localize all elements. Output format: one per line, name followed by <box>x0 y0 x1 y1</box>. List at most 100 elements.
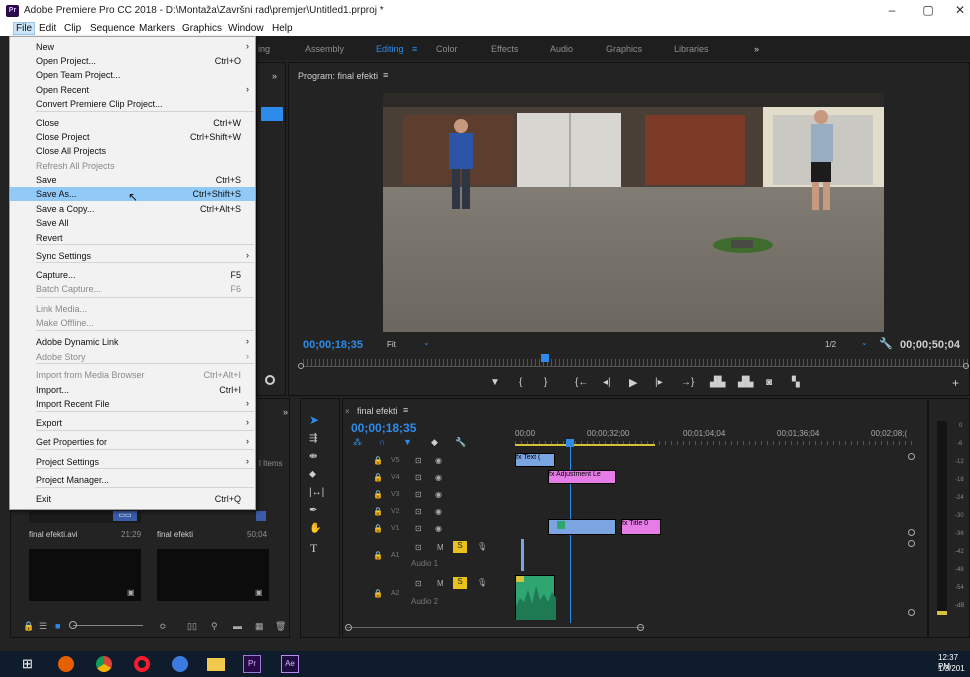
menu-sequence[interactable]: Sequence <box>88 23 137 34</box>
wrench-icon[interactable]: 🔧 <box>879 337 893 350</box>
browser-icon[interactable] <box>172 656 188 672</box>
workspace-audio[interactable]: Audio <box>550 44 573 54</box>
timeline-menu-icon[interactable]: ≡ <box>403 405 408 415</box>
go-to-in-icon[interactable]: {← <box>575 377 588 388</box>
file-menu-item[interactable]: New › <box>10 40 255 54</box>
playhead-marker[interactable] <box>541 354 549 362</box>
file-menu-item[interactable]: Save Ctrl+S <box>10 173 255 187</box>
marker-icon[interactable]: ◆ <box>431 437 438 448</box>
file-menu-item[interactable]: Close All Projects <box>10 144 255 158</box>
mute-button[interactable]: M <box>437 543 444 552</box>
voiceover-mic-icon[interactable]: 🎙 <box>477 578 487 587</box>
file-menu-item[interactable]: Close Project Ctrl+Shift+W <box>10 130 255 144</box>
track-eye-icon[interactable]: ◉ <box>435 473 442 482</box>
h-scroll-left-handle[interactable] <box>345 624 352 631</box>
file-menu-item[interactable]: Open Team Project... <box>10 68 255 82</box>
clear-icon[interactable]: 🗑 <box>275 621 286 632</box>
v-scroll-handle-top[interactable] <box>908 453 915 460</box>
clip-title[interactable]: fx Title 0 <box>621 519 661 535</box>
work-area-bar[interactable] <box>515 444 655 446</box>
file-menu-item[interactable]: Capture... F5 <box>10 268 255 282</box>
comparison-view-icon[interactable]: ▚ <box>792 377 800 388</box>
track-lock-icon[interactable]: 🔒 <box>373 551 383 560</box>
v-scroll-handle-bottom[interactable] <box>908 609 915 616</box>
file-menu-item[interactable]: Close Ctrl+W <box>10 116 255 130</box>
zoom-slider[interactable] <box>73 625 143 626</box>
solo-button[interactable]: S <box>453 541 467 553</box>
track-eye-icon[interactable]: ◉ <box>435 507 442 516</box>
track-lock-icon[interactable]: 🔒 <box>373 473 383 482</box>
file-menu-item[interactable]: Import... Ctrl+I <box>10 383 255 397</box>
step-back-icon[interactable]: ◂| <box>603 377 611 388</box>
clip1-name[interactable]: final efekti.avi <box>29 530 77 539</box>
workspace-effects[interactable]: Effects <box>491 44 518 54</box>
clip1-thumbnail[interactable] <box>29 549 141 601</box>
project-overflow-icon[interactable]: » <box>283 407 288 417</box>
list-view-icon[interactable]: ☰ <box>39 621 47 632</box>
sort-icon[interactable]: ≎ <box>159 621 167 632</box>
hand-tool-icon[interactable]: ✋ <box>309 523 321 534</box>
track-sync-icon[interactable]: ⊡ <box>415 579 422 588</box>
menu-clip[interactable]: Clip <box>62 23 83 34</box>
track-sync-icon[interactable]: ⊡ <box>415 456 422 465</box>
timeline-timecode[interactable]: 00;00;18;35 <box>351 421 416 435</box>
workspace-libraries[interactable]: Libraries <box>674 44 709 54</box>
track-sync-icon[interactable]: ⊡ <box>415 473 422 482</box>
button-editor-plus-icon[interactable]: + <box>952 376 959 390</box>
clip-audio-a1[interactable] <box>521 539 524 571</box>
workspace-learning[interactable]: ing <box>258 44 270 54</box>
track-sync-icon[interactable]: ⊡ <box>415 490 422 499</box>
firefox-icon[interactable] <box>58 656 74 672</box>
track-lock-icon[interactable]: 🔒 <box>373 589 383 598</box>
chrome-icon[interactable] <box>96 656 112 672</box>
add-marker-icon[interactable]: ▼ <box>490 377 500 388</box>
file-menu-item[interactable]: Export › <box>10 416 255 430</box>
clip-text[interactable]: fx Text ( <box>515 453 555 467</box>
workspaces-overflow-icon[interactable]: » <box>754 44 759 54</box>
file-menu-item[interactable]: Get Properties for › <box>10 435 255 449</box>
snap-icon[interactable]: ⁂ <box>353 437 362 448</box>
file-menu-item[interactable]: Import Recent File › <box>10 397 255 411</box>
file-menu-item[interactable]: Project Manager... <box>10 473 255 487</box>
track-sync-icon[interactable]: ⊡ <box>415 543 422 552</box>
track-eye-icon[interactable]: ◉ <box>435 490 442 499</box>
play-icon[interactable]: ▶ <box>629 376 637 389</box>
clip2-name[interactable]: final efekti <box>157 530 193 539</box>
fit-dropdown[interactable]: Fit <box>387 340 396 349</box>
timeline-close-icon[interactable]: × <box>345 407 350 416</box>
mark-out-icon[interactable]: } <box>544 377 547 388</box>
taskbar-date[interactable]: 1/3/201 <box>938 664 965 673</box>
menu-edit[interactable]: Edit <box>37 23 58 34</box>
selection-tool-icon[interactable]: ➤ <box>309 413 319 427</box>
track-sync-icon[interactable]: ⊡ <box>415 507 422 516</box>
h-scroll-right-handle[interactable] <box>637 624 644 631</box>
timeline-ruler[interactable]: 00;00 00;00;32;00 00;01;04;04 00;01;36;0… <box>515 423 915 446</box>
step-forward-icon[interactable]: |▸ <box>655 377 663 388</box>
lock-icon[interactable]: 🔒 <box>23 621 34 632</box>
automate-icon[interactable]: ▯▯ <box>187 621 197 632</box>
file-menu-item[interactable]: Revert <box>10 231 255 245</box>
file-menu-item[interactable]: Adobe Dynamic Link › <box>10 335 255 349</box>
file-menu-item[interactable]: Exit Ctrl+Q <box>10 492 255 506</box>
mark-in-icon[interactable]: { <box>519 377 522 388</box>
panel-overflow-icon[interactable]: » <box>272 71 277 81</box>
track-lock-icon[interactable]: 🔒 <box>373 507 383 516</box>
track-lock-icon[interactable]: 🔒 <box>373 490 383 499</box>
track-eye-icon[interactable]: ◉ <box>435 524 442 533</box>
fit-chevron-icon[interactable]: ⌄ <box>423 338 430 347</box>
menu-help[interactable]: Help <box>270 23 295 34</box>
new-bin-icon[interactable]: ▬ <box>233 621 242 631</box>
close-button[interactable]: ✕ <box>950 3 970 17</box>
file-explorer-icon[interactable] <box>207 658 225 671</box>
track-sync-icon[interactable]: ⊡ <box>415 524 422 533</box>
track-select-tool-icon[interactable]: ⇶ <box>309 433 317 444</box>
workspace-menu-icon[interactable]: ≡ <box>412 44 417 54</box>
file-menu-item[interactable]: Open Project... Ctrl+O <box>10 54 255 68</box>
workspace-assembly[interactable]: Assembly <box>305 44 344 54</box>
resolution-chevron-icon[interactable]: ⌄ <box>861 338 868 347</box>
v-scroll-handle-mid[interactable] <box>908 529 915 536</box>
icon-view-icon[interactable]: ■ <box>55 621 60 631</box>
opera-icon[interactable] <box>134 656 150 672</box>
scrub-left-handle[interactable] <box>298 363 304 369</box>
file-menu-item[interactable]: Convert Premiere Clip Project... <box>10 97 255 111</box>
